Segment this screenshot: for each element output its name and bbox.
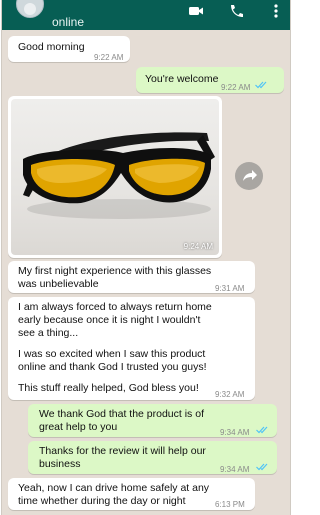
message-line: early because once it is night I wouldn'… — [18, 314, 201, 326]
message-line: online and thank God I trusted you guys! — [18, 361, 207, 373]
glasses-photo[interactable]: 9:24 AM — [11, 99, 219, 255]
message-line: see a thing... — [18, 327, 79, 339]
message-line: I was so excited when I saw this product — [18, 348, 206, 360]
message-incoming[interactable]: My first night experience with this glas… — [8, 261, 255, 293]
phone-call-icon[interactable] — [228, 4, 244, 18]
message-line: business — [39, 458, 81, 470]
message-time: 9:24 AM — [183, 242, 213, 251]
message-list[interactable]: Good morning 9:22 AM You're welcome 9:22… — [2, 30, 290, 515]
read-receipt-icon — [256, 463, 268, 471]
message-text: Good morning — [18, 41, 85, 53]
message-line: great help to you — [39, 421, 118, 433]
share-icon — [243, 170, 257, 181]
message-outgoing[interactable]: Thanks for the review it will help our b… — [28, 441, 277, 474]
message-time: 9:34 AM — [220, 465, 250, 474]
message-line: time whether during the day or night — [18, 495, 186, 507]
message-line: Thanks for the review it will help our — [39, 445, 206, 457]
message-line: Yeah, now I can drive home safely at any — [18, 482, 210, 494]
message-outgoing[interactable]: You're welcome 9:22 AM — [136, 67, 284, 93]
message-line: This stuff really helped, God bless you! — [18, 382, 199, 394]
message-time: 9:31 AM — [215, 284, 245, 293]
read-receipt-icon — [256, 426, 268, 434]
message-outgoing[interactable]: We thank God that the product is of grea… — [28, 404, 277, 437]
contact-status: online — [52, 15, 85, 29]
message-incoming[interactable]: Yeah, now I can drive home safely at any… — [8, 478, 255, 510]
message-line: We thank God that the product is of — [39, 408, 204, 420]
message-time: 9:32 AM — [215, 390, 245, 399]
message-incoming[interactable]: I am always forced to always return home… — [8, 297, 255, 400]
read-receipt-icon — [255, 81, 267, 89]
video-call-icon[interactable] — [188, 4, 204, 18]
message-line: was unbelievable — [18, 278, 99, 290]
share-button[interactable] — [235, 162, 263, 190]
more-vert-icon[interactable] — [268, 4, 284, 18]
message-time: 9:22 AM — [94, 53, 124, 62]
message-time: 9:34 AM — [220, 428, 250, 437]
chat-screen: online Good morning 9:22 AM You're welco… — [2, 0, 290, 515]
chat-header: online — [2, 0, 290, 30]
message-text: You're welcome — [145, 73, 219, 85]
message-time: 6:13 PM — [215, 500, 245, 509]
avatar[interactable] — [16, 0, 44, 18]
message-line: I am always forced to always return home — [18, 301, 212, 313]
message-time: 9:22 AM — [221, 83, 251, 92]
message-line: My first night experience with this glas… — [18, 265, 212, 277]
image-message[interactable]: 9:24 AM — [8, 96, 222, 258]
sunglasses-image — [23, 132, 215, 219]
message-incoming[interactable]: Good morning 9:22 AM — [8, 36, 130, 62]
